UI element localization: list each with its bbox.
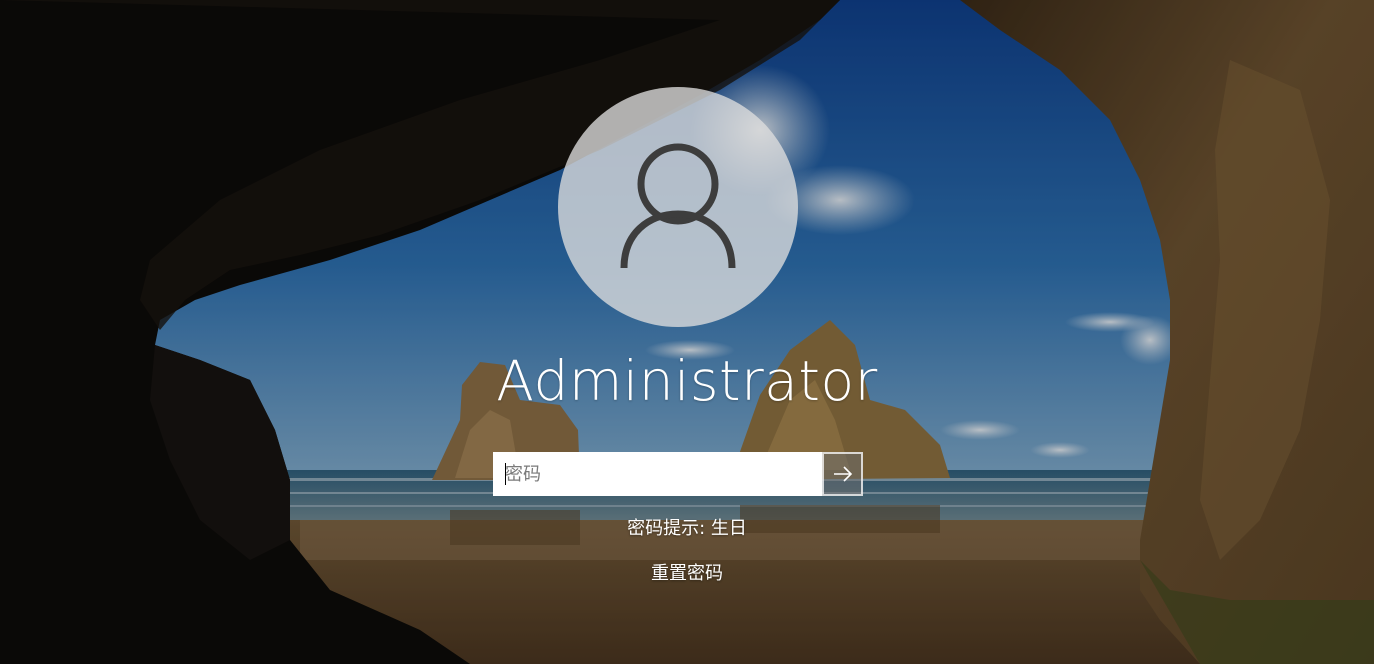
reset-password-link-row: 重置密码 bbox=[0, 561, 1374, 587]
username-label: Administrator bbox=[496, 349, 878, 413]
password-box bbox=[493, 452, 863, 496]
user-avatar bbox=[558, 87, 798, 327]
lock-screen: Administrator 密码提示: 生日 重置密码 bbox=[0, 0, 1374, 664]
password-hint: 密码提示: 生日 bbox=[627, 518, 747, 539]
reset-password-link[interactable]: 重置密码 bbox=[651, 563, 723, 584]
text-caret bbox=[505, 463, 506, 485]
user-avatar-icon bbox=[620, 143, 736, 269]
password-input[interactable] bbox=[493, 452, 822, 496]
submit-password-button[interactable] bbox=[822, 452, 863, 496]
arrow-right-icon bbox=[833, 466, 852, 482]
